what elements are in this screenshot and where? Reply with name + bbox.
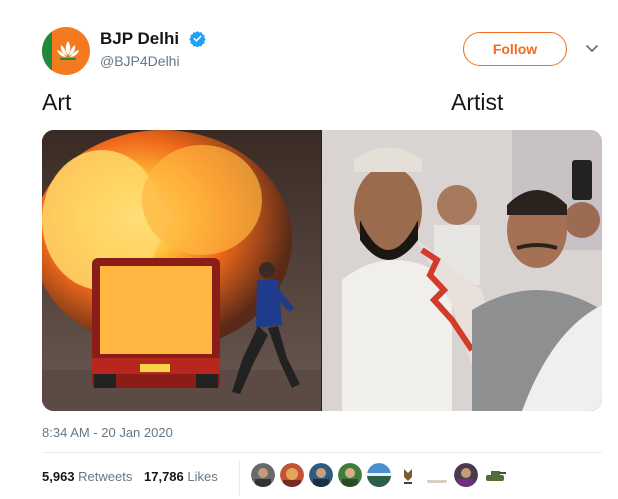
likes-stat[interactable]: 17,786 Likes xyxy=(144,469,218,484)
liker-avatar[interactable] xyxy=(367,463,391,487)
liker-avatar[interactable] xyxy=(396,463,420,487)
tweet-media[interactable] xyxy=(42,130,602,411)
follow-button[interactable]: Follow xyxy=(463,32,567,66)
retweets-count: 5,963 xyxy=(42,469,75,484)
likes-label: Likes xyxy=(187,469,218,484)
account-name[interactable]: BJP Delhi xyxy=(100,29,179,49)
divider xyxy=(42,452,602,453)
liker-avatar[interactable] xyxy=(280,463,304,487)
lotus-logo-icon xyxy=(57,41,79,60)
account-avatar[interactable] xyxy=(42,27,90,75)
liker-avatar[interactable] xyxy=(454,463,478,487)
tweet-card: BJP Delhi @BJP4Delhi Follow Art Artist 8… xyxy=(0,0,618,499)
stats-separator xyxy=(239,460,240,496)
retweets-stat[interactable]: 5,963 Retweets xyxy=(42,469,132,484)
verified-badge-icon xyxy=(189,31,206,47)
liker-avatar[interactable] xyxy=(251,463,275,487)
tweet-timestamp[interactable]: 8:34 AM - 20 Jan 2020 xyxy=(42,425,173,440)
avatar-green-band xyxy=(42,27,52,75)
liker-avatar[interactable] xyxy=(483,463,507,487)
liker-avatar[interactable] xyxy=(425,463,449,487)
chevron-down-icon[interactable] xyxy=(585,44,599,54)
tweet-caption-artist: Artist xyxy=(451,89,504,115)
tweet-caption-art: Art xyxy=(42,89,72,115)
tweet-stats: 5,963 Retweets 17,786 Likes xyxy=(42,469,218,484)
liker-avatar[interactable] xyxy=(309,463,333,487)
likes-count: 17,786 xyxy=(144,469,184,484)
account-handle[interactable]: @BJP4Delhi xyxy=(100,53,180,69)
liker-avatar[interactable] xyxy=(338,463,362,487)
burning-bus-photo[interactable] xyxy=(42,130,321,411)
retweets-label: Retweets xyxy=(78,469,133,484)
people-photo[interactable] xyxy=(322,130,602,411)
